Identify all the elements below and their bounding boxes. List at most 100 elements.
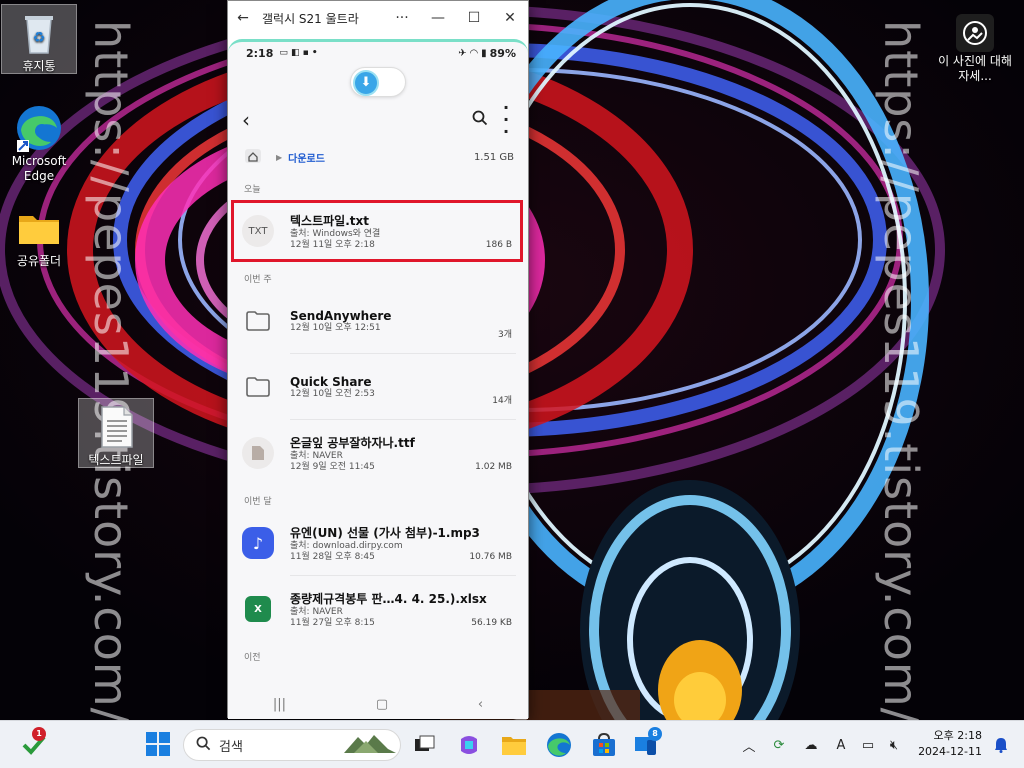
maximize-button[interactable]: ☐ xyxy=(456,10,492,26)
camera-info-icon xyxy=(956,14,994,52)
file-explorer-icon[interactable] xyxy=(500,731,528,759)
phone-screen: 2:18 ▭ ◧ ▪ • ✈ ◠ ▮ 89% ⬇ ‹ · · · ▶ 다운로드 1.… xyxy=(228,39,528,719)
file-name: 유엔(UN) 선물 (가사 첨부)-1.mp3 xyxy=(290,525,480,540)
section-label-this-month: 이번 달 xyxy=(244,497,272,507)
notification-bell-icon[interactable] xyxy=(994,721,1008,768)
section-label-this-week: 이번 주 xyxy=(244,275,272,285)
status-battery: 89% xyxy=(489,46,516,60)
file-row-quick-share[interactable]: Quick Share 12월 10일 오전 2:53 14개 xyxy=(228,354,528,420)
file-row-xlsx[interactable]: X 종량제규격봉투 판…4. 4. 25.).xlsx 출처: NAVER 11… xyxy=(228,576,528,642)
desktop-icon-shared-folder[interactable]: 공유폴더 xyxy=(1,200,77,269)
taskbar-clock[interactable]: 오후 2:18 2024-12-11 xyxy=(918,728,982,760)
excel-icon: X xyxy=(245,596,271,622)
section-label-earlier: 이전 xyxy=(244,653,261,663)
back-nav-icon[interactable]: ‹ xyxy=(478,697,483,712)
file-name: 종량제규격봉투 판…4. 4. 25.).xlsx xyxy=(290,591,487,606)
folder-icon xyxy=(15,204,63,252)
volume-muted-icon[interactable]: 🔇︎ xyxy=(881,738,907,753)
download-toggle-row: ⬇ xyxy=(228,64,528,100)
desktop-icon-edge[interactable]: Microsoft Edge xyxy=(1,100,77,184)
desktop-icon-label: 텍스트파일 xyxy=(88,453,144,467)
desktop-icon-text-file[interactable]: 텍스트파일 xyxy=(78,398,154,468)
font-file-icon xyxy=(242,437,274,469)
file-row-sendanywhere[interactable]: SendAnywhere 12월 10일 오후 12:51 3개 xyxy=(228,288,528,354)
file-size: 10.76 MB xyxy=(469,552,512,562)
taskbar-search-box[interactable]: 검색 xyxy=(183,729,401,761)
recent-apps-icon[interactable]: ||| xyxy=(273,697,286,712)
status-signal-icons: ✈ ◠ ▮ xyxy=(458,47,487,59)
desktop-icon-label: 휴지통 xyxy=(22,59,56,73)
file-row-font-file[interactable]: 온글잎 공부잘하자나.ttf 출처: NAVER 12월 9일 오전 11:45… xyxy=(228,420,528,486)
file-size: 3개 xyxy=(497,330,512,340)
recycle-bin-icon: ♻ xyxy=(15,9,63,57)
search-icon xyxy=(196,736,211,755)
copilot-icon[interactable] xyxy=(455,731,483,759)
desktop-icon-label: Microsoft Edge xyxy=(11,154,67,183)
back-arrow-icon[interactable]: ← xyxy=(228,10,258,26)
file-size: 56.19 KB xyxy=(471,618,512,628)
file-source: 출처: Windows와 연결 xyxy=(290,228,381,239)
start-button[interactable] xyxy=(145,731,173,759)
status-notification-icons: ▭ ◧ ▪ • xyxy=(279,48,318,58)
search-icon[interactable] xyxy=(472,110,498,130)
file-source: 출처: NAVER xyxy=(290,450,343,461)
phone-link-badge: 8 xyxy=(648,727,662,741)
clock-time: 오후 2:18 xyxy=(933,729,982,742)
file-row-text-file[interactable]: TXT 텍스트파일.txt 출처: Windows와 연결 12월 11일 오후… xyxy=(228,198,528,264)
file-size: 14개 xyxy=(492,396,512,406)
close-button[interactable]: ✕ xyxy=(492,10,528,26)
taskbar: 1 검색 8 ︿ ⟳ ☁ A ▭ 🔇︎ 오후 2:18 2024-12-11 xyxy=(0,720,1024,768)
home-icon[interactable] xyxy=(244,148,266,166)
system-tray: ︿ ⟳ ☁ A ▭ 🔇︎ xyxy=(735,721,907,768)
file-date: 12월 11일 오후 2:18 xyxy=(290,239,375,250)
txt-file-icon: TXT xyxy=(242,215,274,247)
status-time: 2:18 xyxy=(246,46,274,60)
file-source: 출처: NAVER xyxy=(290,606,343,617)
security-check-icon[interactable]: 1 xyxy=(20,727,48,759)
file-name: Quick Share xyxy=(290,374,372,389)
clock-date: 2024-12-11 xyxy=(918,745,982,758)
file-source: 출처: download.dirpy.com xyxy=(290,540,403,551)
watermark-right: https://pepes119.tistory.com/ xyxy=(874,20,928,720)
desktop-spotlight-info[interactable]: 이 사진에 대해 자세... xyxy=(937,10,1013,84)
search-placeholder: 검색 xyxy=(219,739,243,755)
window-title: 갤럭시 S21 울트라 xyxy=(262,11,359,26)
breadcrumb-folder[interactable]: 다운로드 xyxy=(288,150,325,165)
file-size: 186 B xyxy=(485,240,512,250)
edge-taskbar-icon[interactable] xyxy=(545,731,573,759)
download-icon: ⬇ xyxy=(353,70,379,96)
more-options-button[interactable]: ··· xyxy=(384,10,420,26)
file-name: 온글잎 공부잘하자나.ttf xyxy=(290,435,415,450)
back-chevron-icon[interactable]: ‹ xyxy=(242,108,266,132)
file-name: SendAnywhere xyxy=(290,308,392,323)
phone-status-bar: 2:18 ▭ ◧ ▪ • ✈ ◠ ▮ 89% xyxy=(228,42,528,64)
file-row-mp3[interactable]: ♪ 유엔(UN) 선물 (가사 첨부)-1.mp3 출처: download.d… xyxy=(228,510,528,576)
file-date: 12월 10일 오후 12:51 xyxy=(290,322,381,333)
desktop-icon-label: 공유폴더 xyxy=(16,254,62,268)
input-method-icon[interactable]: A xyxy=(827,738,855,753)
cloud-offline-icon[interactable]: ☁ xyxy=(795,738,827,753)
task-view-icon[interactable] xyxy=(410,731,438,759)
kebab-menu-icon[interactable]: · · · xyxy=(498,100,514,140)
folder-icon xyxy=(242,371,274,403)
section-label-today: 오늘 xyxy=(244,185,261,195)
text-file-icon xyxy=(92,403,140,451)
download-toggle[interactable]: ⬇ xyxy=(350,67,406,97)
phone-link-icon[interactable]: 8 xyxy=(632,727,662,759)
file-date: 12월 10일 오전 2:53 xyxy=(290,388,375,399)
sync-icon[interactable]: ⟳ xyxy=(763,738,795,753)
chevron-up-icon[interactable]: ︿ xyxy=(735,736,763,755)
file-name: 텍스트파일.txt xyxy=(290,213,369,228)
store-icon[interactable] xyxy=(590,731,618,759)
android-nav-bar: ||| ▢ ‹ xyxy=(228,689,528,719)
home-nav-icon[interactable]: ▢ xyxy=(376,697,388,712)
watermark-left: https://pepes119.tistory.com/ xyxy=(84,20,138,720)
display-icon[interactable]: ▭ xyxy=(855,738,881,753)
svg-text:♻: ♻ xyxy=(33,30,46,46)
window-titlebar: ← 갤럭시 S21 울트라 ··· — ☐ ✕ xyxy=(228,1,528,35)
folder-size: 1.51 GB xyxy=(473,151,514,163)
desktop-icon-recycle-bin[interactable]: ♻ 휴지통 xyxy=(1,4,77,74)
breadcrumb-arrow-icon: ▶ xyxy=(276,152,283,162)
minimize-button[interactable]: — xyxy=(420,10,456,26)
spotlight-label: 이 사진에 대해 자세... xyxy=(938,54,1012,83)
